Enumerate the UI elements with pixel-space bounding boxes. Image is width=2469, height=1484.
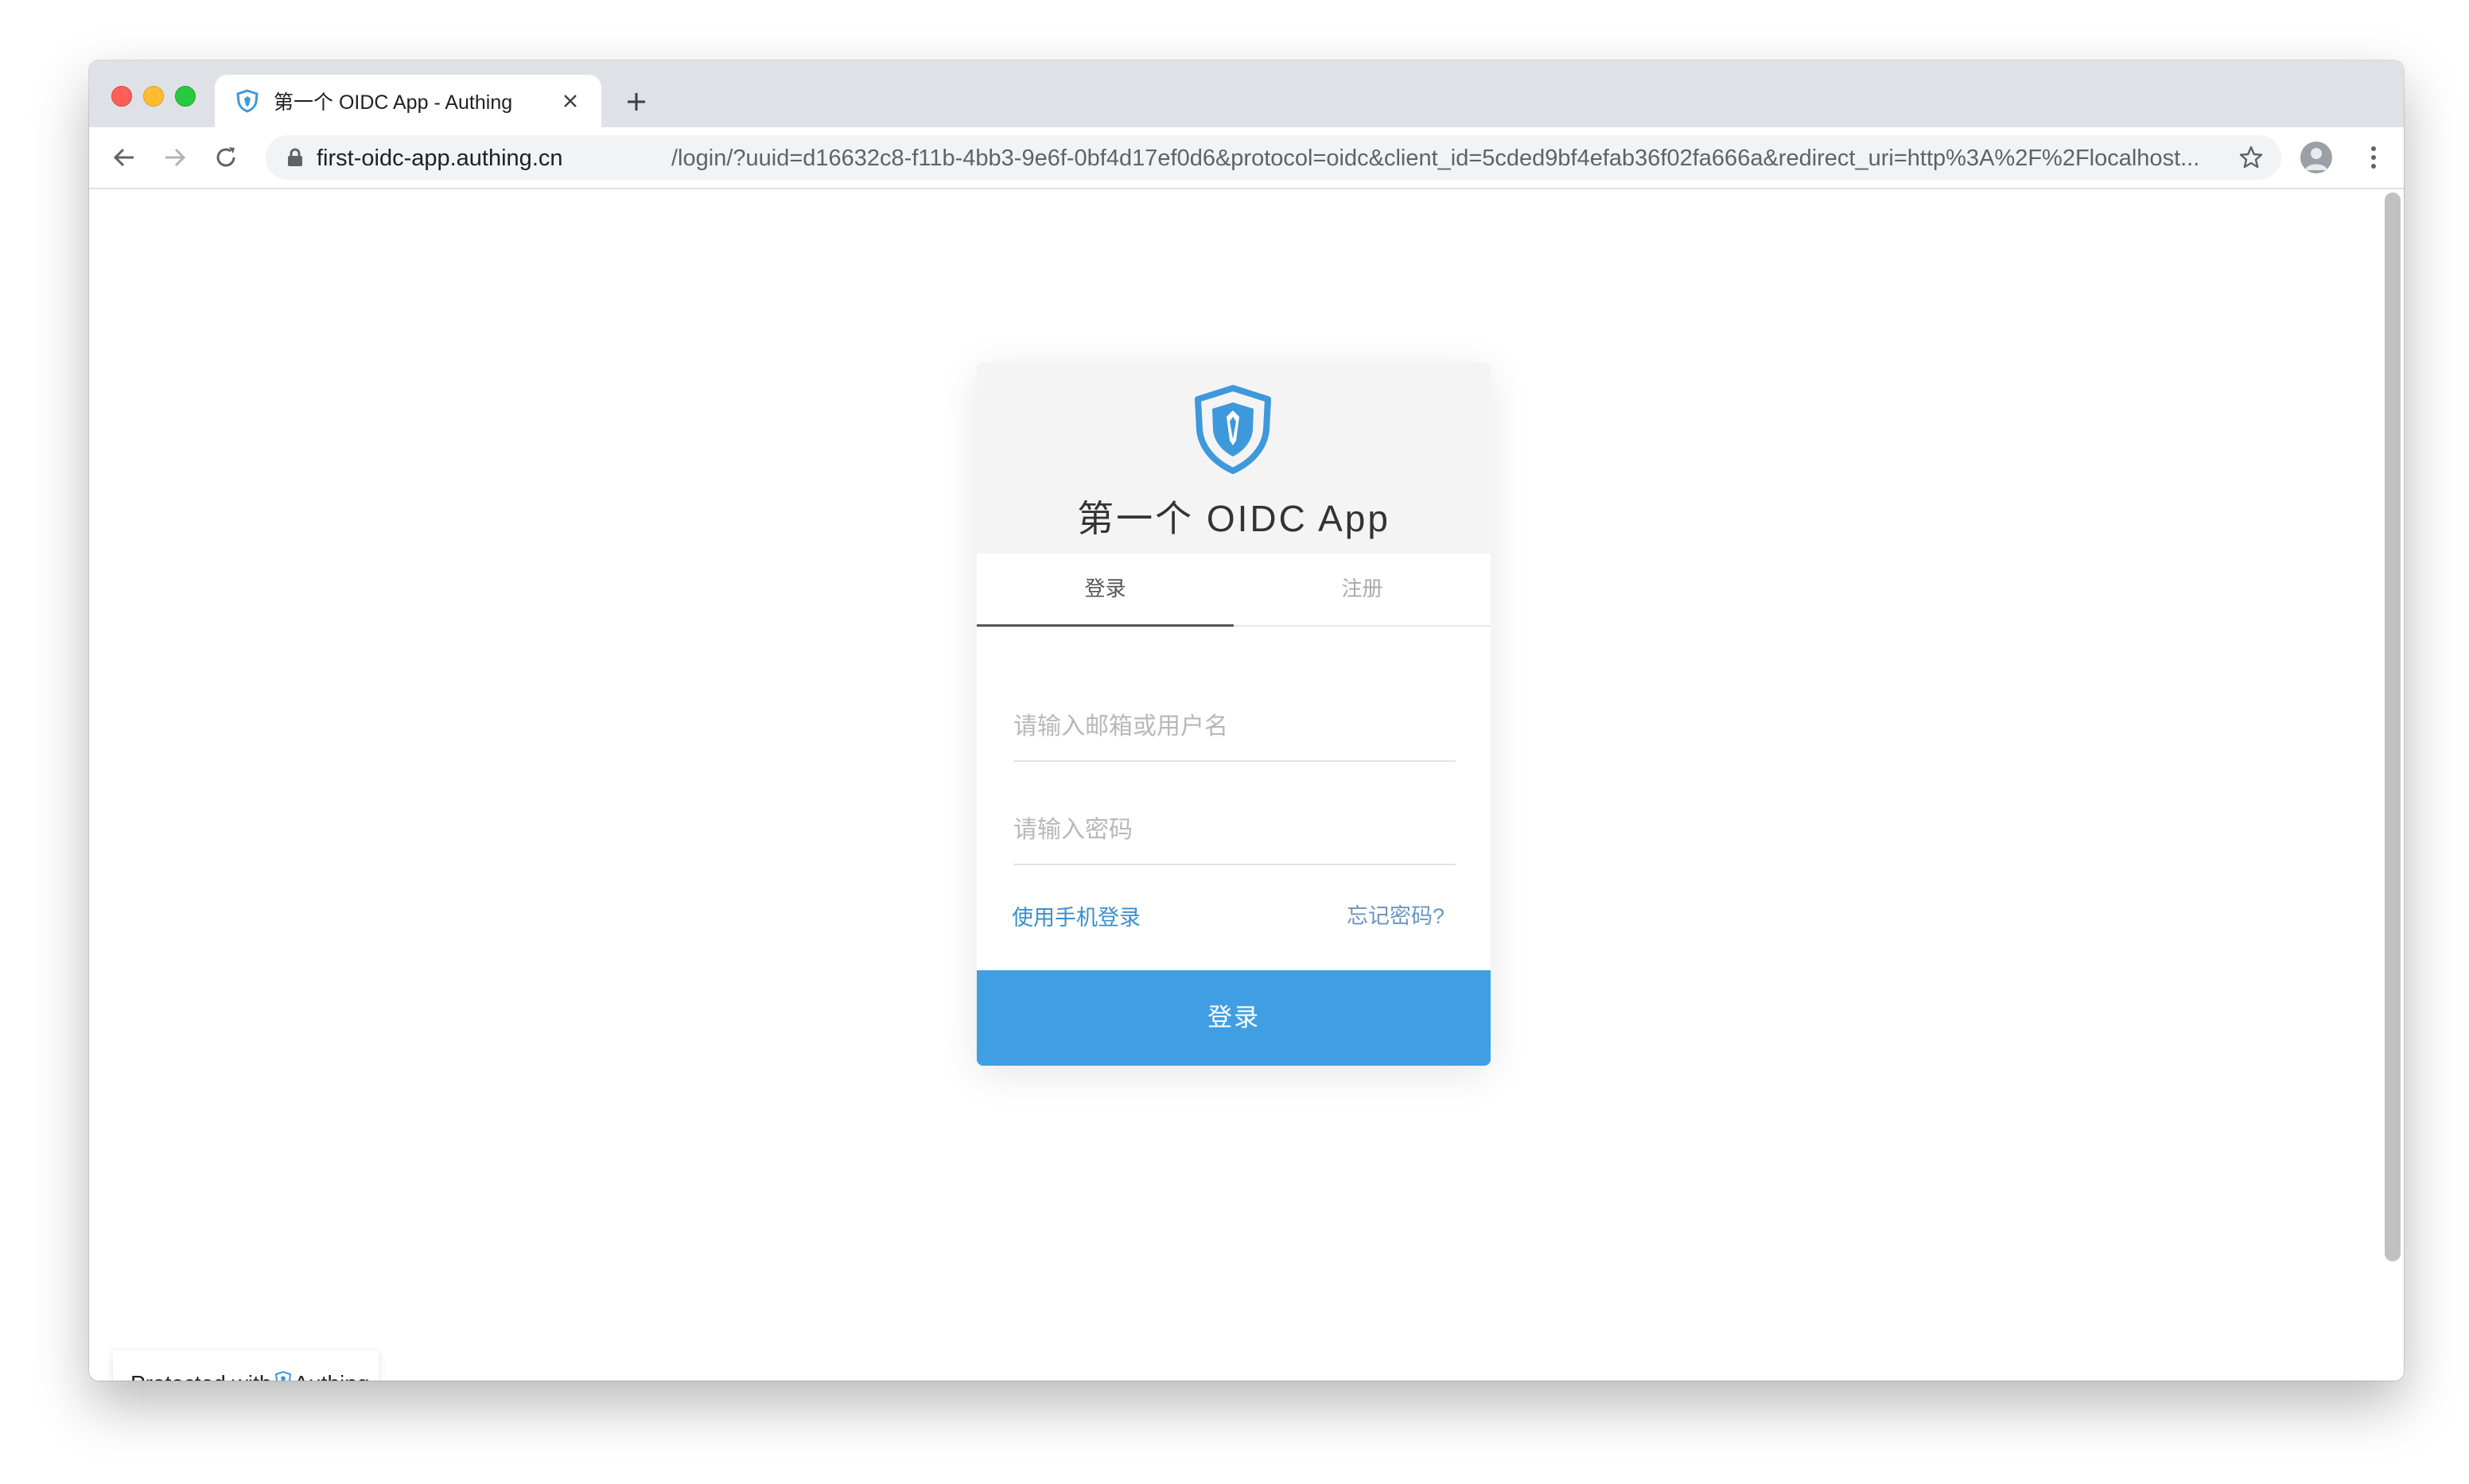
login-card: 第一个 OIDC App 登录 注册 请输入邮箱或用户名 请输入密码 使用手机登… xyxy=(977,363,1491,1066)
page-content: 第一个 OIDC App 登录 注册 请输入邮箱或用户名 请输入密码 使用手机登… xyxy=(89,189,2404,1381)
forward-icon[interactable] xyxy=(159,142,191,173)
reload-icon[interactable] xyxy=(210,142,242,173)
minimize-window-button[interactable] xyxy=(143,86,164,107)
auth-tabs: 登录 注册 xyxy=(977,554,1491,627)
app-title: 第一个 OIDC App xyxy=(1077,498,1390,539)
url-path: /login/?uuid=d16632c8-f11b-4bb3-9e6f-0bf… xyxy=(671,146,2200,171)
browser-window: 第一个 OIDC App - Authing first-oidc-app.au… xyxy=(89,60,2404,1381)
card-header: 第一个 OIDC App xyxy=(977,363,1491,554)
active-tab-indicator xyxy=(977,624,1234,627)
shield-icon xyxy=(274,1370,292,1381)
browser-tab[interactable]: 第一个 OIDC App - Authing xyxy=(215,75,601,127)
phone-login-link[interactable]: 使用手机登录 xyxy=(1012,900,1141,931)
tab-title: 第一个 OIDC App - Authing xyxy=(274,91,513,114)
tab-login[interactable]: 登录 xyxy=(977,554,1234,624)
scrollbar[interactable] xyxy=(2385,192,2401,1261)
shield-icon xyxy=(235,89,259,113)
close-window-button[interactable] xyxy=(111,86,132,107)
maximize-window-button[interactable] xyxy=(175,86,196,107)
close-icon[interactable] xyxy=(557,87,584,115)
back-icon[interactable] xyxy=(108,142,140,173)
badge-brand: Authing xyxy=(294,1371,369,1381)
url-host: first-oidc-app.authing.cn xyxy=(317,146,563,171)
star-icon[interactable] xyxy=(2237,143,2265,172)
shield-logo-icon xyxy=(1192,385,1274,474)
protected-by-badge[interactable]: Protected with Authing xyxy=(113,1350,379,1381)
login-button[interactable]: 登录 xyxy=(977,970,1491,1066)
plus-icon[interactable] xyxy=(619,84,654,119)
forgot-password-link[interactable]: 忘记密码? xyxy=(1347,899,1444,930)
browser-toolbar: first-oidc-app.authing.cn /login/?uuid=d… xyxy=(89,127,2404,189)
password-field[interactable]: 请输入密码 xyxy=(1013,792,1456,865)
badge-prefix: Protected with xyxy=(130,1371,271,1381)
more-icon[interactable] xyxy=(2358,142,2389,173)
lock-icon xyxy=(286,148,304,167)
password-placeholder: 请输入密码 xyxy=(1013,817,1133,843)
tab-strip: 第一个 OIDC App - Authing xyxy=(89,60,2404,127)
email-field[interactable]: 请输入邮箱或用户名 xyxy=(1013,686,1456,762)
tab-register[interactable]: 注册 xyxy=(1234,554,1491,624)
email-placeholder: 请输入邮箱或用户名 xyxy=(1013,713,1228,740)
profile-icon[interactable] xyxy=(2300,142,2332,173)
address-bar[interactable]: first-oidc-app.authing.cn /login/?uuid=d… xyxy=(266,135,2281,180)
